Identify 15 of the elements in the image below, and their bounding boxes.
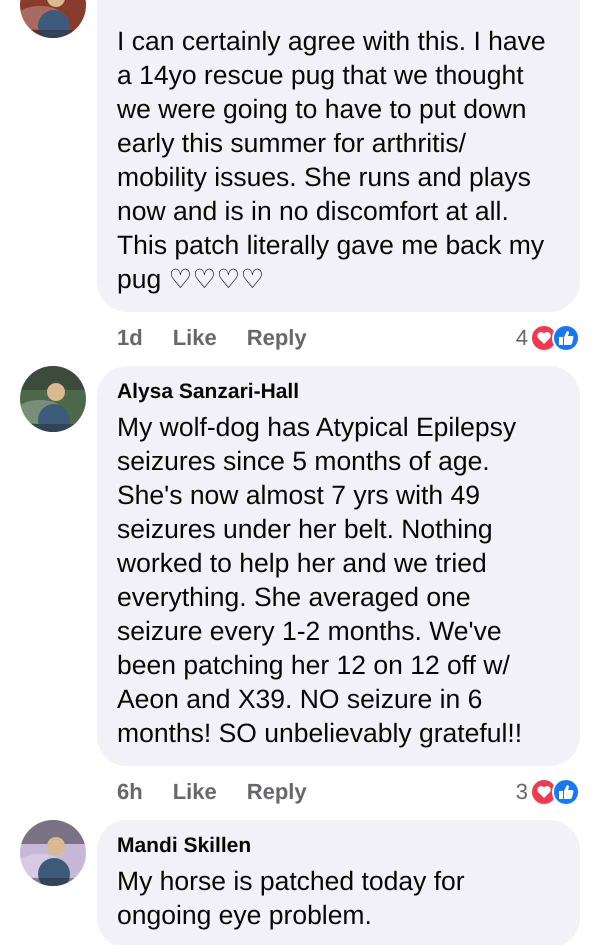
reply-link[interactable]: Reply xyxy=(246,779,307,805)
timestamp: 1d xyxy=(117,325,143,351)
reaction-count: 4 xyxy=(516,325,528,351)
author-name[interactable]: Mandi Skillen xyxy=(117,834,552,858)
comment-text: I can certainly agree with this. I have a 14yo rescue pug that we thought we were going to have to put down early this summer for arthritis/ mobility issues. She runs and plays now and is in no discomfort at all. This patch literally gave me back my pug ♡♡♡♡ xyxy=(117,25,547,296)
like-link[interactable]: Like xyxy=(172,779,217,805)
comment-text: My wolf-dog has Atypical Epilepsy seizures since 5 months of age. She's now almost 7 yrs with 49 seizures under her belt. Nothing worked to help her and we tried everything. She averaged one seizure every 1-2 months. We've been patching her 12 on 12 off w/ Aeon and X39. NO seizure in 6 months! SO unbelievably grateful!! xyxy=(117,411,524,750)
timestamp: 6h xyxy=(117,779,143,805)
reaction-count: 3 xyxy=(516,779,528,805)
like-link[interactable]: Like xyxy=(172,325,217,351)
reaction-icons[interactable] xyxy=(530,324,580,352)
reply-link[interactable]: Reply xyxy=(246,325,307,351)
author-name[interactable]: Alysa Sanzari-Hall xyxy=(117,380,552,404)
reaction-icons[interactable] xyxy=(530,778,580,806)
comment-text: My horse is patched today for ongoing eye problem. xyxy=(117,865,466,932)
